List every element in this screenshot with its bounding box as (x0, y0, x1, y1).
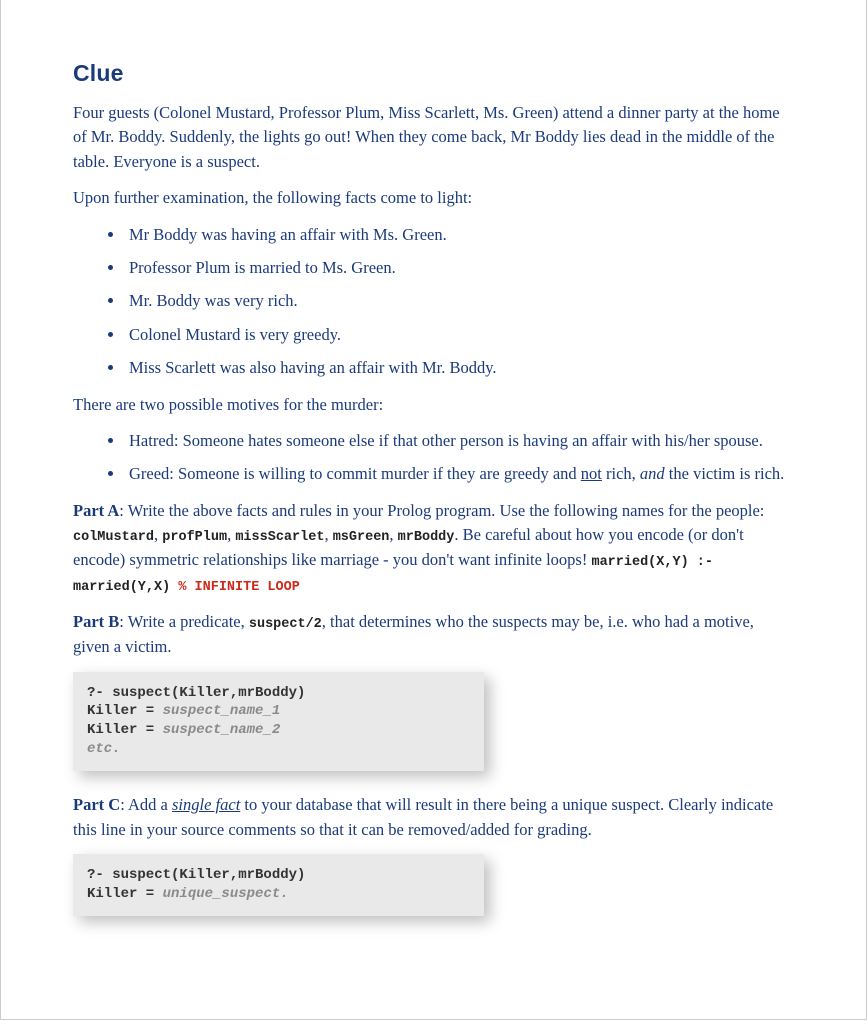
fact-item: Colonel Mustard is very greedy. (125, 323, 794, 347)
fact-item: Mr. Boddy was very rich. (125, 289, 794, 313)
code-block-b: ?- suspect(Killer,mrBoddy) Killer = susp… (73, 672, 484, 772)
code-placeholder: unique_suspect. (163, 886, 289, 902)
motive-greed-not: not (581, 464, 602, 483)
part-a-pre: : Write the above facts and rules in you… (119, 501, 764, 520)
loop-warning: % INFINITE LOOP (170, 580, 300, 595)
motives-lead: There are two possible motives for the m… (73, 393, 794, 417)
part-c-paragraph: Part C: Add a single fact to your databa… (73, 793, 794, 842)
code-line: ?- suspect(Killer,mrBoddy) (87, 685, 305, 701)
motive-greed-mid: rich, (602, 464, 640, 483)
name-profplum: profPlum (162, 530, 227, 545)
part-c-label: Part C (73, 795, 120, 814)
motive-greed-and: and (640, 464, 665, 483)
intro-paragraph: Four guests (Colonel Mustard, Professor … (73, 101, 794, 174)
code-placeholder: suspect_name_1 (163, 703, 281, 719)
part-c-pre: : Add a (120, 795, 172, 814)
document-page: Clue Four guests (Colonel Mustard, Profe… (0, 0, 867, 1020)
part-a-paragraph: Part A: Write the above facts and rules … (73, 499, 794, 598)
code-line: Killer = (87, 703, 163, 719)
name-mrboddy: mrBoddy (398, 530, 455, 545)
code-block-c: ?- suspect(Killer,mrBoddy) Killer = uniq… (73, 854, 484, 916)
part-b-pre: : Write a predicate, (119, 612, 249, 631)
motive-greed-pre: Greed: Someone is willing to commit murd… (129, 464, 581, 483)
fact-item: Professor Plum is married to Ms. Green. (125, 256, 794, 280)
motive-greed-post: the victim is rich. (665, 464, 785, 483)
page-title: Clue (73, 60, 794, 87)
single-fact: single fact (172, 795, 240, 814)
fact-item: Miss Scarlett was also having an affair … (125, 356, 794, 380)
facts-lead: Upon further examination, the following … (73, 186, 794, 210)
code-line: ?- suspect(Killer,mrBoddy) (87, 867, 305, 883)
part-a-label: Part A (73, 501, 119, 520)
motive-hatred: Hatred: Someone hates someone else if th… (125, 429, 794, 453)
part-b-label: Part B (73, 612, 119, 631)
fact-item: Mr Boddy was having an affair with Ms. G… (125, 223, 794, 247)
name-missscarlet: missScarlet (235, 530, 324, 545)
code-etc: etc. (87, 741, 121, 757)
motives-list: Hatred: Someone hates someone else if th… (125, 429, 794, 487)
code-placeholder: suspect_name_2 (163, 722, 281, 738)
name-colmustard: colMustard (73, 530, 154, 545)
name-msgreen: msGreen (333, 530, 390, 545)
part-b-paragraph: Part B: Write a predicate, suspect/2, th… (73, 610, 794, 659)
facts-list: Mr Boddy was having an affair with Ms. G… (125, 223, 794, 381)
code-line: Killer = (87, 722, 163, 738)
predicate-suspect: suspect/2 (249, 617, 322, 632)
code-line: Killer = (87, 886, 163, 902)
motive-greed: Greed: Someone is willing to commit murd… (125, 462, 794, 486)
